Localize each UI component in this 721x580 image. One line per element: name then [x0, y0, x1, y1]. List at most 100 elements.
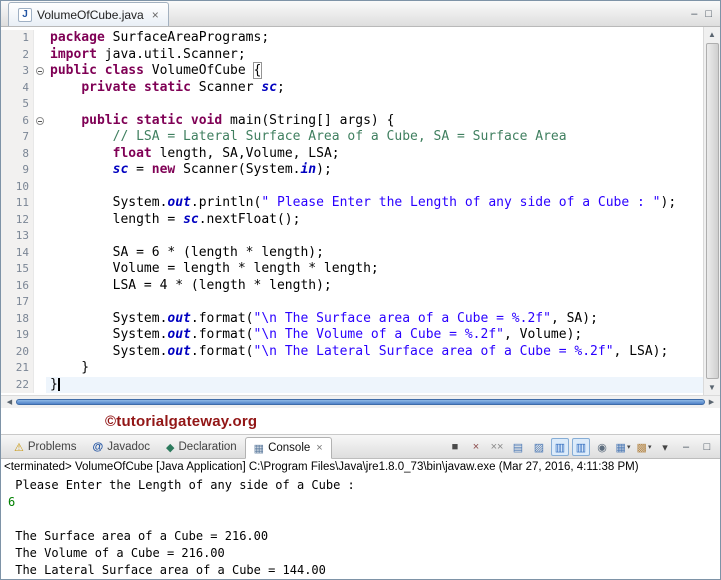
code-token: System.: [50, 327, 168, 342]
scroll-lock-icon[interactable]: ▤: [509, 438, 527, 456]
code-line[interactable]: 19 System.out.format("\n The Volume of a…: [1, 327, 703, 344]
line-number[interactable]: 14: [1, 244, 33, 261]
code-line[interactable]: 21 }: [1, 360, 703, 377]
line-number[interactable]: 21: [1, 360, 33, 377]
line-number[interactable]: 20: [1, 343, 33, 360]
code-line[interactable]: 11 System.out.println(" Please Enter the…: [1, 195, 703, 212]
fold-column: [33, 228, 46, 245]
code-token: private: [81, 79, 137, 95]
vertical-scrollbar[interactable]: ▲ ▼: [703, 27, 720, 395]
line-number[interactable]: 11: [1, 195, 33, 212]
code-line[interactable]: 9 sc = new Scanner(System.in);: [1, 162, 703, 179]
display-console-icon[interactable]: ▦ ▾: [614, 438, 632, 456]
code-line[interactable]: 22}: [1, 376, 703, 393]
tab-problems[interactable]: ⚠ Problems: [6, 436, 84, 458]
maximize-editor-icon[interactable]: □: [705, 8, 712, 20]
code-token: new: [151, 162, 176, 177]
line-number[interactable]: 8: [1, 145, 33, 162]
scroll-down-icon[interactable]: ▼: [708, 380, 716, 395]
terminate-icon[interactable]: ■: [446, 438, 464, 456]
code-line[interactable]: 10: [1, 178, 703, 195]
maximize-view-icon[interactable]: □: [698, 438, 716, 456]
code-line[interactable]: 7 // LSA = Lateral Surface Area of a Cub…: [1, 129, 703, 146]
scroll-up-icon[interactable]: ▲: [708, 27, 716, 42]
scroll-left-icon[interactable]: ◀: [3, 398, 16, 406]
code-line[interactable]: 6 public static void main(String[] args)…: [1, 112, 703, 129]
remove-all-terminated-icon-glyph: ××: [490, 441, 504, 453]
code-line[interactable]: 17: [1, 294, 703, 311]
line-number[interactable]: 6: [1, 112, 33, 129]
code-line[interactable]: 14 SA = 6 * (length * length);: [1, 244, 703, 261]
line-number[interactable]: 5: [1, 96, 33, 113]
code-line[interactable]: 4 private static Scanner sc;: [1, 79, 703, 96]
pin-console-icon[interactable]: ◉: [593, 438, 611, 456]
console-tab-close-icon[interactable]: ×: [316, 442, 322, 454]
code-text: // LSA = Lateral Surface Area of a Cube,…: [46, 129, 703, 146]
remove-launch-icon[interactable]: ×: [467, 438, 485, 456]
code-line[interactable]: 12 length = sc.nextFloat();: [1, 211, 703, 228]
code-token: sc: [183, 211, 199, 227]
code-token: " Please Enter the Length of any side of…: [261, 195, 661, 210]
line-number[interactable]: 13: [1, 228, 33, 245]
code-token: void: [190, 112, 223, 128]
line-number[interactable]: 2: [1, 46, 33, 63]
fold-column: [33, 46, 46, 63]
code-line[interactable]: 3 public class VolumeOfCube {: [1, 62, 703, 80]
show-stderr-icon-glyph: ▥: [575, 441, 587, 454]
vertical-scrollbar-thumb[interactable]: [705, 43, 719, 379]
code-line[interactable]: 8 float length, SA,Volume, LSA;: [1, 145, 703, 163]
minimize-view-icon[interactable]: –: [677, 438, 695, 456]
code-text: Volume = length * length * length;: [46, 261, 703, 278]
tab-problems-label: Problems: [27, 441, 77, 453]
line-number[interactable]: 22: [1, 376, 33, 393]
line-number[interactable]: 10: [1, 178, 33, 195]
fold-column: [33, 112, 46, 129]
minimize-editor-icon[interactable]: –: [691, 8, 697, 20]
line-number[interactable]: 16: [1, 277, 33, 294]
code-token: static: [143, 79, 191, 95]
code-text: float length, SA,Volume, LSA;: [46, 146, 703, 163]
tab-declaration[interactable]: ◆ Declaration: [158, 436, 245, 458]
code-line[interactable]: 18 System.out.format("\n The Surface are…: [1, 310, 703, 327]
code-line[interactable]: 2 import java.util.Scanner;: [1, 46, 703, 63]
console-output[interactable]: Please Enter the Length of any side of a…: [1, 477, 720, 579]
line-number[interactable]: 15: [1, 261, 33, 278]
tab-console[interactable]: ▦ Console ×: [244, 437, 332, 459]
code-line[interactable]: 5: [1, 96, 703, 113]
code-line[interactable]: 20 System.out.format("\n The Lateral Sur…: [1, 343, 703, 360]
line-number[interactable]: 18: [1, 310, 33, 327]
tab-close-icon[interactable]: ×: [152, 8, 159, 22]
tab-declaration-label: Declaration: [178, 441, 237, 453]
tab-javadoc[interactable]: @ Javadoc: [84, 436, 158, 458]
watermark: ©tutorialgateway.org: [105, 412, 258, 430]
line-number[interactable]: 9: [1, 162, 33, 179]
scroll-right-icon[interactable]: ▶: [705, 398, 718, 406]
line-number[interactable]: 1: [1, 30, 33, 47]
console-icon: ▦: [253, 442, 265, 455]
horizontal-scrollbar-thumb[interactable]: [16, 399, 705, 405]
code-line[interactable]: 1 package SurfaceAreaPrograms;: [1, 30, 703, 47]
dropdown-arrow-icon: ▾: [626, 444, 631, 451]
show-stdout-icon[interactable]: ▥: [551, 438, 569, 456]
show-stderr-icon[interactable]: ▥: [572, 438, 590, 456]
line-number[interactable]: 7: [1, 129, 33, 146]
open-console-icon[interactable]: ▩ ▾: [635, 438, 653, 456]
line-number[interactable]: 3: [1, 63, 33, 80]
line-number[interactable]: 17: [1, 294, 33, 311]
code-line[interactable]: 13: [1, 228, 703, 245]
code-token: "\n The Surface area of a Cube = %.2f": [253, 310, 551, 326]
code-editor[interactable]: 1 package SurfaceAreaPrograms; 2 import jav…: [1, 27, 720, 395]
code-line[interactable]: 15 Volume = length * length * length;: [1, 261, 703, 278]
line-number[interactable]: 12: [1, 211, 33, 228]
view-menu-icon[interactable]: ▾: [656, 438, 674, 456]
collapse-icon[interactable]: [36, 67, 44, 75]
line-number[interactable]: 19: [1, 327, 33, 344]
collapse-icon[interactable]: [36, 116, 44, 125]
remove-all-terminated-icon[interactable]: ××: [488, 438, 506, 456]
horizontal-scrollbar[interactable]: ◀ ▶: [1, 395, 720, 408]
editor-tab[interactable]: J VolumeOfCube.java ×: [8, 2, 169, 26]
code-line[interactable]: 16 LSA = 4 * (length * length);: [1, 277, 703, 294]
line-number[interactable]: 4: [1, 79, 33, 96]
clear-console-icon[interactable]: ▨: [530, 438, 548, 456]
